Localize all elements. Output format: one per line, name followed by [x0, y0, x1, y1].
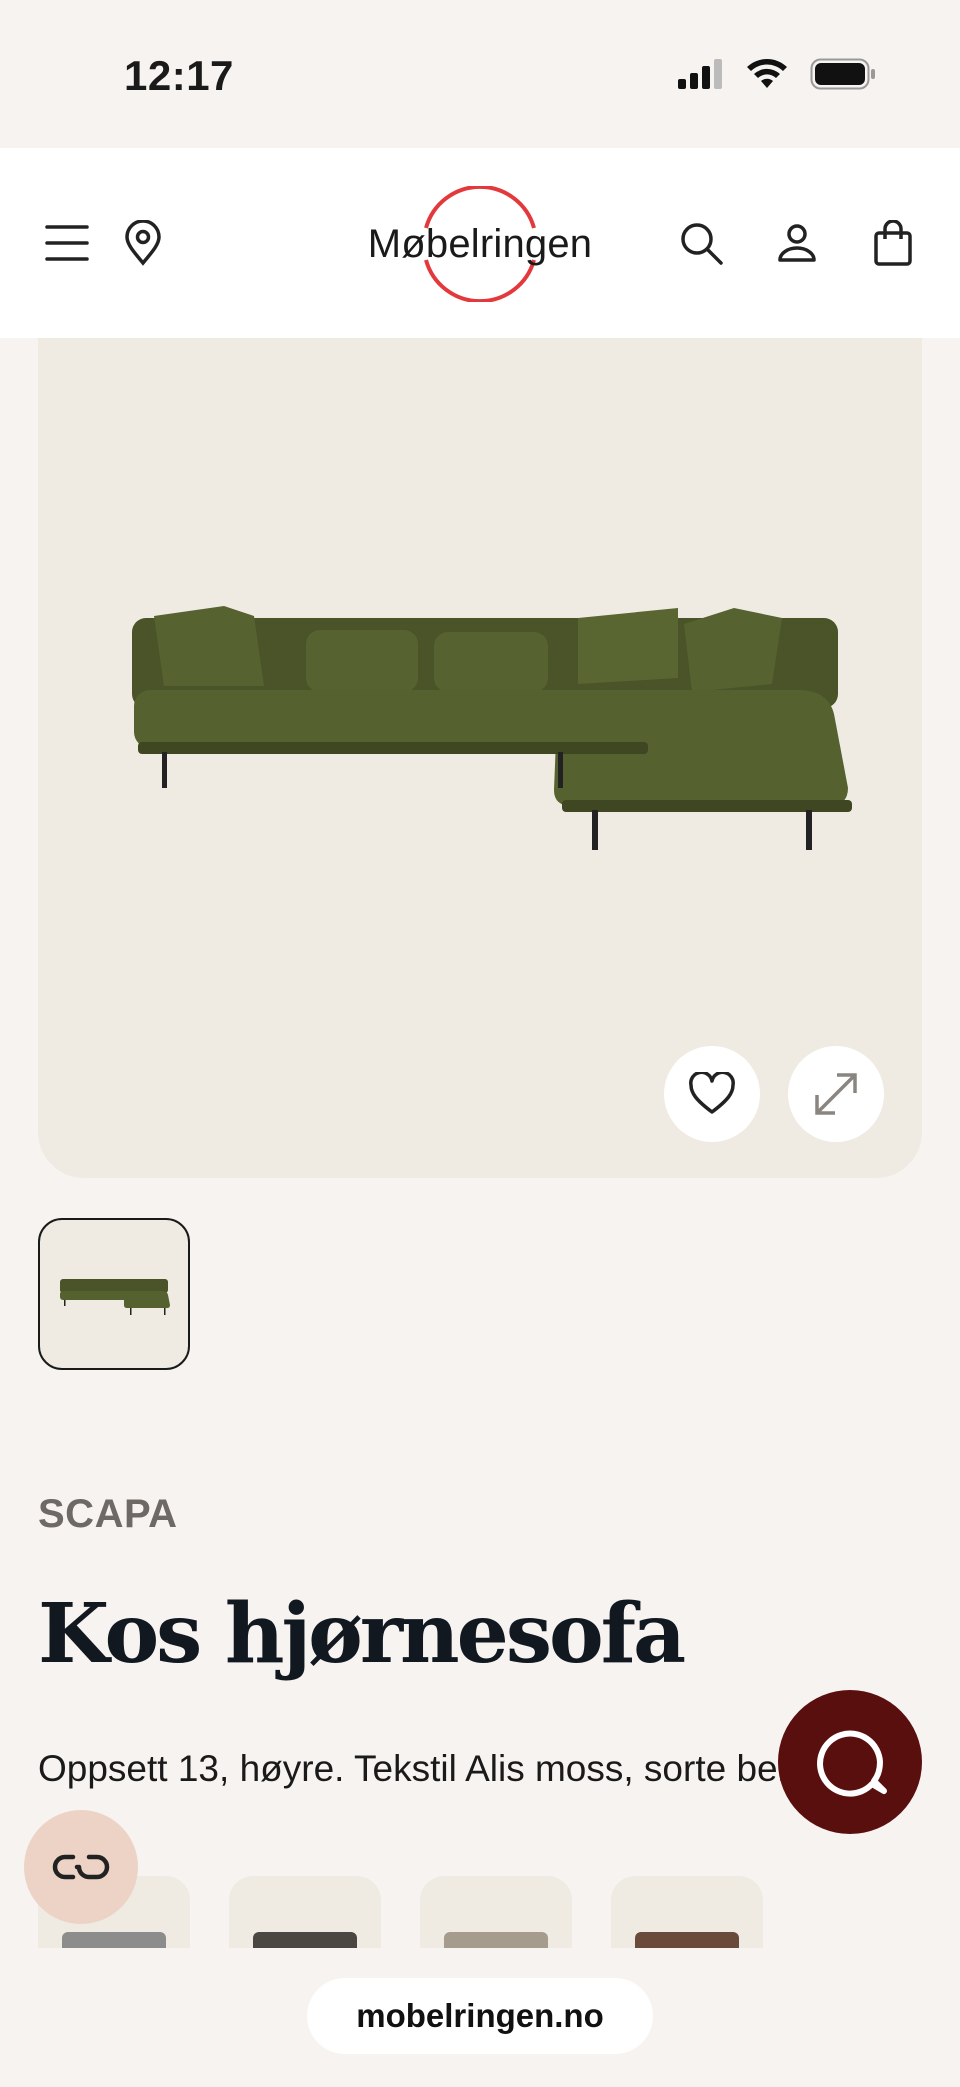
menu-button[interactable] — [32, 208, 102, 278]
signal-icon — [678, 59, 722, 89]
browser-bottom-bar: mobelringen.no — [0, 1948, 960, 2087]
user-icon — [778, 224, 816, 262]
logo-text: Møbelringen — [367, 221, 593, 266]
variant-swatch[interactable] — [229, 1876, 381, 1948]
heart-icon — [689, 1072, 735, 1114]
chat-button[interactable] — [778, 1690, 922, 1834]
cart-button[interactable] — [858, 208, 928, 278]
product-description: Oppsett 13, høyre. Tekstil Alis moss, so… — [38, 1748, 798, 1789]
site-header: Møbelringen — [0, 148, 960, 338]
status-time: 12:17 — [124, 52, 234, 99]
favorite-button[interactable] — [664, 1046, 760, 1142]
status-icons — [678, 58, 876, 90]
variant-swatch-image — [635, 1932, 739, 1948]
variant-swatch-image — [62, 1932, 166, 1948]
product-image-gallery[interactable] — [38, 338, 922, 1178]
search-icon — [681, 223, 723, 265]
site-logo[interactable]: Møbelringen — [360, 186, 600, 302]
wifi-icon — [747, 59, 787, 88]
variant-swatch[interactable] — [420, 1876, 572, 1948]
shopping-bag-icon — [874, 220, 912, 266]
product-title: Kos hjørnesofa — [38, 1586, 686, 1682]
variant-swatch-image — [253, 1932, 357, 1948]
address-bar[interactable]: mobelringen.no — [307, 1978, 653, 2054]
accessibility-button[interactable] — [24, 1810, 138, 1924]
search-button[interactable] — [666, 208, 736, 278]
product-brand[interactable]: SCAPA — [38, 1492, 178, 1537]
expand-image-button[interactable] — [788, 1046, 884, 1142]
chat-icon — [817, 1730, 887, 1797]
expand-icon — [815, 1073, 857, 1115]
product-thumbnail[interactable] — [38, 1218, 190, 1370]
variant-swatch[interactable] — [611, 1876, 763, 1948]
store-locator-button[interactable] — [108, 208, 178, 278]
location-pin-icon — [125, 220, 161, 266]
menu-icon — [45, 225, 89, 261]
status-bar: 12:17 — [0, 0, 960, 148]
sofa-image — [132, 606, 852, 850]
account-button[interactable] — [762, 208, 832, 278]
battery-icon — [810, 58, 875, 90]
sofa-thumbnail-image — [60, 1279, 170, 1315]
accessibility-icon — [52, 1854, 110, 1880]
variant-swatch-image — [444, 1932, 548, 1948]
